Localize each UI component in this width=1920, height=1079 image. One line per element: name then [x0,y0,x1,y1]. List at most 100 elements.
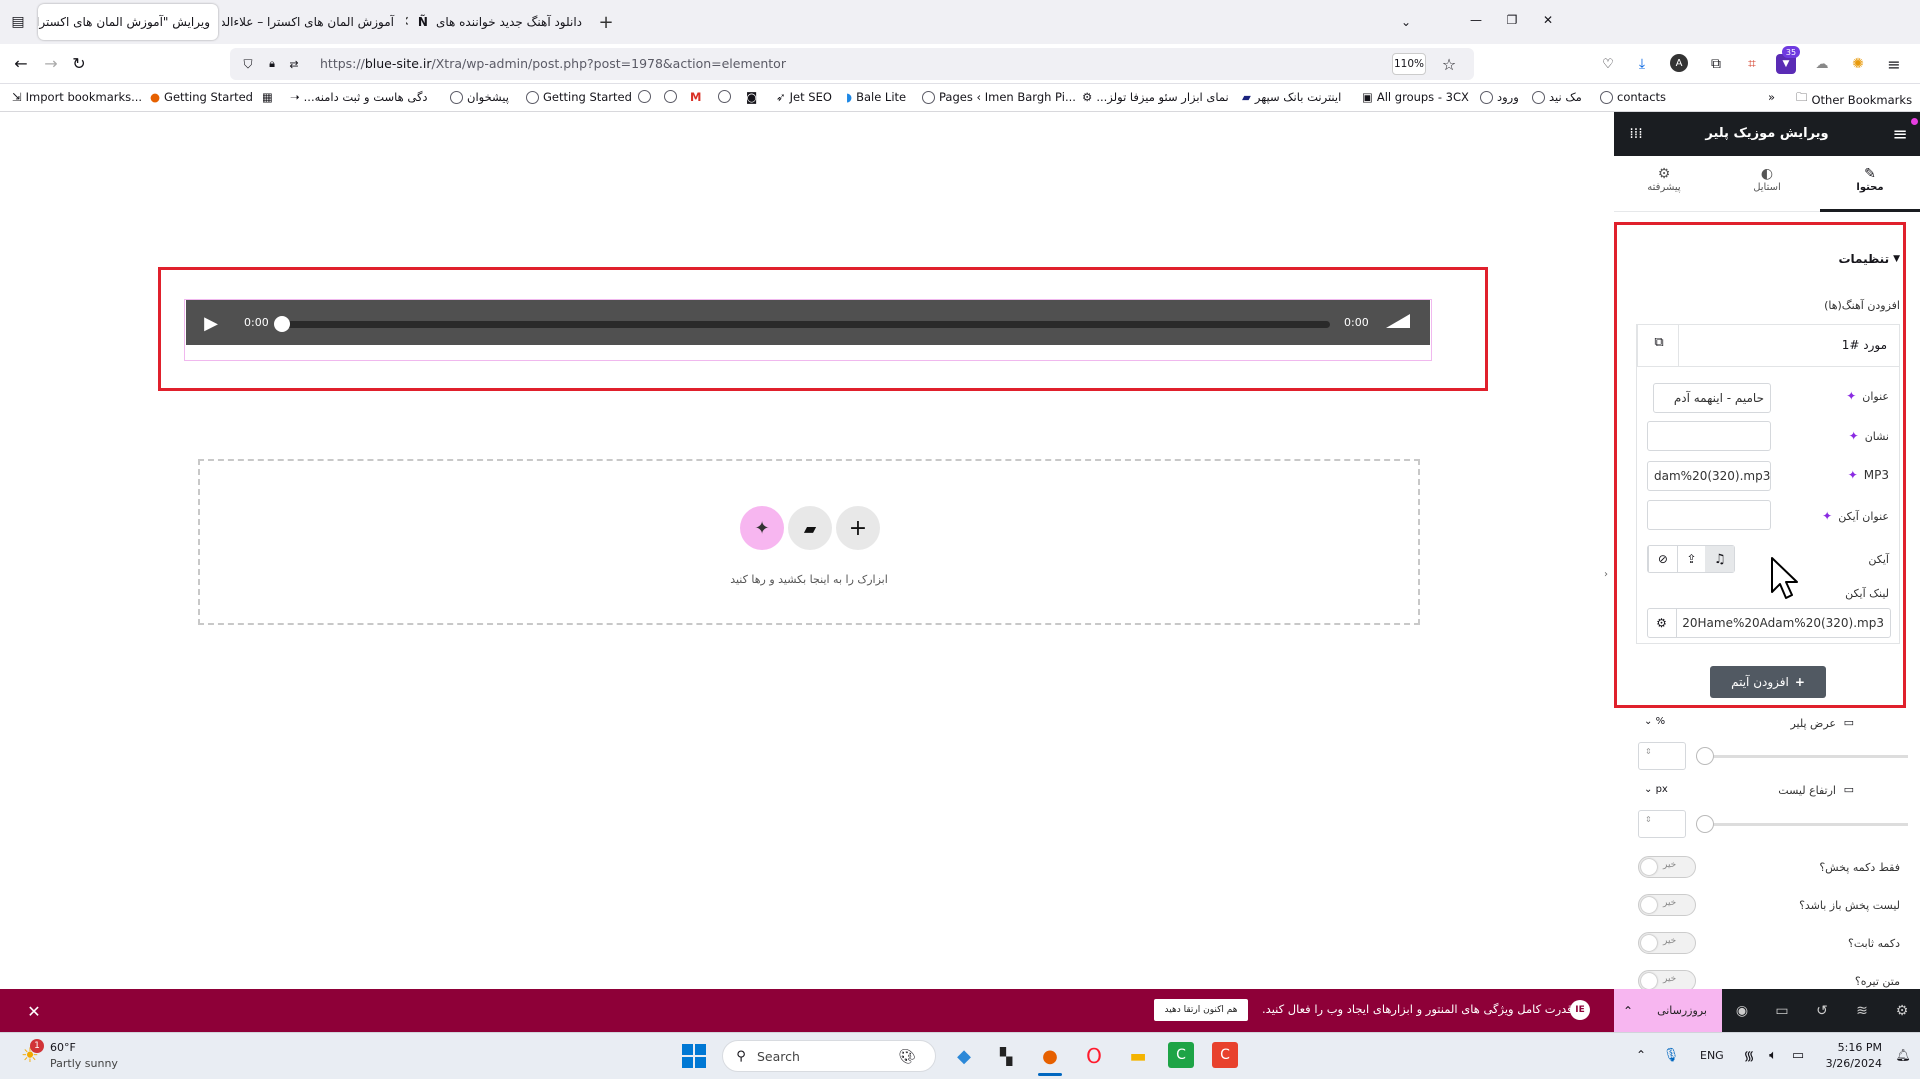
battery-icon[interactable]: ▭ [1788,1046,1808,1064]
clock-date[interactable]: 3/26/2024 [1822,1057,1882,1070]
link-options-gear-icon[interactable]: ⚙ [1647,608,1677,638]
bookmark-dashboard[interactable]: پیشخوان [450,90,509,104]
microphone-icon[interactable]: 🎙︎ [1662,1046,1680,1064]
weather-widget[interactable]: ☀ 1 [18,1039,48,1071]
extensions-icon[interactable]: ⧉ [1706,54,1726,74]
minimize-button[interactable]: — [1466,10,1486,30]
ai-sparkle-button[interactable]: ✦ [740,506,784,550]
widgets-grid-icon[interactable]: ⁞⁞⁞ [1626,124,1646,144]
account-icon[interactable]: A [1670,54,1688,72]
chevron-up-icon[interactable]: ⌃ [1632,1046,1650,1064]
responsive-icon[interactable]: ▭ [1772,1001,1792,1021]
bookmark-bale[interactable]: ◗ Bale Lite [846,90,906,104]
ai-sparkle-icon[interactable]: ✦ [1849,429,1859,443]
camtasia-recorder-icon[interactable]: C [1212,1042,1238,1068]
play-only-toggle[interactable]: خیر [1638,856,1696,878]
template-folder-button[interactable]: ▰ [788,506,832,550]
close-window-button[interactable]: ✕ [1538,10,1558,30]
notification-bell-icon[interactable]: 🔔︎ [1894,1046,1912,1064]
sticky-button-toggle[interactable]: خیر [1638,932,1696,954]
ai-sparkle-icon[interactable]: ✦ [1846,389,1856,403]
progress-track[interactable] [280,321,1330,328]
bookmark-mizfa[interactable]: ⚙ ...نمای ابزار سئو میزفا تولز [1082,90,1229,104]
taskbar-search[interactable]: ⚲ Search 🎨︎ [722,1040,936,1072]
tab-elementor-edit[interactable]: ویرایش "آموزش المان های اکسترا – ✕ [38,4,218,40]
drop-zone[interactable]: ✦ ▰ + ابزارک را به اینجا بکشید و رها کنی… [198,459,1420,625]
back-icon[interactable]: ← [10,52,32,74]
tab-aladdin[interactable]: آموزش المان های اکسترا – علاءالدین ✕ [222,4,402,40]
bookmark-getting-started[interactable]: ● Getting Started [150,90,253,104]
file-explorer-icon[interactable]: ▬ [1124,1042,1152,1070]
crop-icon[interactable]: ⌗ [1742,54,1762,74]
height-slider-handle[interactable] [1696,815,1714,833]
opera-icon[interactable]: O [1080,1042,1108,1070]
shield-icon[interactable]: ⛉ [240,56,256,72]
new-tab-button[interactable]: + [594,10,618,34]
camtasia-icon[interactable]: C [1168,1042,1194,1068]
mp3-input[interactable]: dam%20(320).mp3 [1647,461,1771,491]
icon-link-input[interactable]: 20Hame%20Adam%20(320).mp3 [1647,608,1891,638]
other-bookmarks[interactable]: 🗀︎ Other Bookmarks [1796,90,1912,109]
eye-icon[interactable]: ◉ [1732,1001,1752,1021]
chevron-down-icon[interactable]: ⌄ [1396,12,1416,32]
width-number-input[interactable]: ⇕ [1638,742,1686,770]
bookmark-sepehr[interactable]: ▰ اینترنت بانک سپهر [1242,90,1341,104]
sun-extension-icon[interactable]: ✺ [1848,54,1868,74]
bookmark-mac[interactable]: مک نید [1532,90,1582,104]
height-slider-track[interactable] [1696,823,1908,826]
lock-icon[interactable]: 🔒︎ [264,56,280,72]
bookmark-3cx[interactable]: ▣ All groups - 3CX [1362,90,1469,104]
bookmark-login[interactable]: ورود [1480,90,1519,104]
ai-sparkle-icon[interactable]: ✦ [1822,509,1832,523]
more-bookmarks-icon[interactable]: » [1768,90,1775,104]
permissions-icon[interactable]: ⇄ [286,56,302,72]
collapse-panel-icon[interactable]: › [1600,564,1612,584]
bookmark-globe-1[interactable] [638,90,651,103]
icon-title-input[interactable] [1647,500,1771,530]
reload-icon[interactable]: ↻ [68,52,90,74]
tab-content[interactable]: ✎ محتوا [1820,156,1920,212]
settings-gear-icon[interactable]: ⚙ [1892,1001,1912,1021]
language-indicator[interactable]: ENG [1700,1049,1724,1062]
tab-advanced[interactable]: ⚙ پیشرفته [1614,156,1714,212]
repeater-item-header[interactable]: مورد #1 ⧉ [1637,325,1899,367]
task-view-icon[interactable]: ▚ [992,1042,1020,1070]
clock-time[interactable]: 5:16 PM [1822,1041,1882,1054]
tab-style[interactable]: ◐ استایل [1717,156,1817,212]
bookmark-jet-seo[interactable]: ➶ Jet SEO [776,90,832,104]
history-icon[interactable]: ↺ [1812,1001,1832,1021]
bookmark-getting-started-2[interactable]: Getting Started [526,90,632,104]
downloads-icon[interactable]: ⤓ [1632,54,1652,74]
url-text[interactable]: https://blue-site.ir/Xtra/wp-admin/post.… [320,56,786,71]
zoom-level[interactable]: 110% [1392,53,1426,75]
playlist-open-toggle[interactable]: خیر [1638,894,1696,916]
star-icon[interactable]: ☆ [1440,55,1458,74]
desktop-icon[interactable]: ▭ [1844,783,1854,796]
bookmark-globe-2[interactable] [664,90,677,103]
tab-music-download[interactable]: دانلود آهنگ جدید خواننده های Ñ ✕ [406,4,590,40]
section-settings[interactable]: ▼ تنظیمات [1838,252,1900,266]
width-slider-handle[interactable] [1696,747,1714,765]
copilot-icon[interactable]: ◆ [950,1042,978,1070]
firefox-icon[interactable]: ● [1036,1042,1064,1070]
chevron-up-icon[interactable]: ⌃ [1614,989,1642,1032]
play-icon[interactable]: ▶ [200,312,222,334]
bookmark-import[interactable]: ⇲ Import bookmarks... [12,90,142,104]
title-input[interactable]: حامیم - اینهمه آدم [1653,383,1771,413]
bookmark-hosting[interactable]: ➝ ...دگی هاست و ثبت دامنه [290,90,428,104]
width-unit-select[interactable]: % ⌄ [1644,716,1665,727]
close-icon[interactable]: ✕ [406,14,410,30]
cloud-icon[interactable]: ☁ [1812,54,1832,74]
forward-icon[interactable]: → [40,52,62,74]
update-button[interactable]: بروزرسانی [1642,989,1722,1032]
none-icon[interactable]: ⊘ [1648,546,1677,572]
url-bar[interactable]: ⛉ 🔒︎ ⇄ https://blue-site.ir/Xtra/wp-admi… [230,48,1474,80]
width-slider-track[interactable] [1696,755,1908,758]
bookmark-calendar[interactable]: ▦ [262,90,273,104]
height-number-input[interactable]: ⇕ [1638,810,1686,838]
bookmark-contacts[interactable]: contacts [1600,90,1666,104]
close-icon[interactable]: ✕ [24,1001,44,1021]
badge-input[interactable] [1647,421,1771,451]
duplicate-button[interactable]: ⧉ [1637,325,1679,366]
ai-sparkle-icon[interactable]: ✦ [1848,468,1858,482]
